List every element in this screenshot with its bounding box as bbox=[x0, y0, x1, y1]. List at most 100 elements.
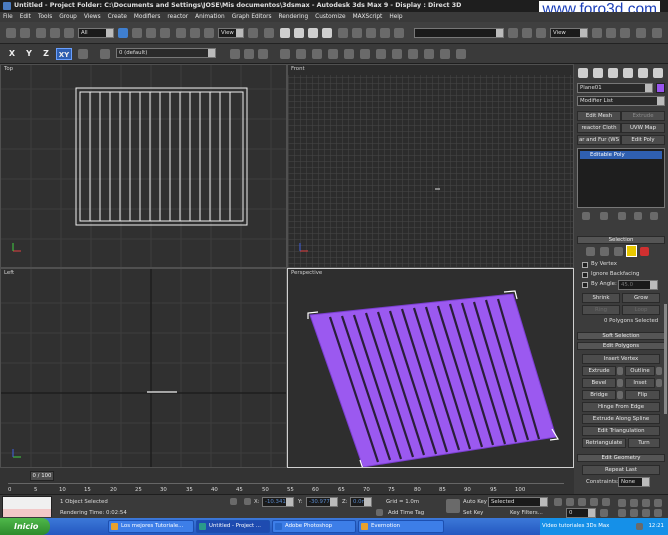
spinner-snap-icon[interactable] bbox=[322, 28, 332, 38]
key-filters-button[interactable]: Key Filters... bbox=[510, 510, 543, 516]
motion-tab-icon[interactable] bbox=[623, 68, 633, 78]
maxscript-listener[interactable] bbox=[2, 496, 52, 517]
maximize-viewport-icon[interactable] bbox=[654, 509, 662, 517]
hierarchy-tab-icon[interactable] bbox=[608, 68, 618, 78]
move-icon[interactable] bbox=[176, 28, 186, 38]
bevel-button[interactable]: Bevel bbox=[582, 378, 616, 388]
tool-2-icon[interactable] bbox=[296, 49, 306, 59]
polygon-mode-icon[interactable] bbox=[626, 245, 637, 257]
shrink-button[interactable]: Shrink bbox=[582, 293, 620, 303]
x-coordinate-field[interactable]: -10.341m bbox=[262, 497, 294, 507]
make-unique-icon[interactable] bbox=[618, 212, 626, 220]
viewport-front[interactable]: Front bbox=[287, 64, 574, 268]
edit-polygons-rollout[interactable]: Edit Polygons bbox=[577, 342, 665, 350]
scale-icon[interactable] bbox=[204, 28, 214, 38]
repeat-last-button[interactable]: Repeat Last bbox=[582, 465, 660, 475]
network-icon[interactable] bbox=[636, 523, 643, 530]
selection-filter-dropdown[interactable]: All bbox=[78, 28, 114, 38]
time-slider[interactable]: 0 / 100 bbox=[30, 471, 54, 481]
select-manipulate-icon[interactable] bbox=[264, 28, 274, 38]
menu-edit[interactable]: Edit bbox=[20, 12, 31, 22]
tool-7-icon[interactable] bbox=[376, 49, 386, 59]
lock-selection-icon[interactable] bbox=[230, 498, 237, 505]
menu-tools[interactable]: Tools bbox=[38, 12, 52, 22]
edit-geometry-rollout[interactable]: Edit Geometry bbox=[577, 454, 665, 462]
show-end-result-icon[interactable] bbox=[600, 212, 608, 220]
edit-poly-button[interactable]: Edit Poly bbox=[621, 135, 665, 145]
axis-y-button[interactable]: Y bbox=[22, 48, 36, 60]
tool-5-icon[interactable] bbox=[344, 49, 354, 59]
hair-fur-button[interactable]: ar and Fur (WS bbox=[577, 135, 621, 145]
goto-end-icon[interactable] bbox=[602, 498, 610, 506]
menu-create[interactable]: Create bbox=[108, 12, 127, 22]
mirror-icon[interactable] bbox=[352, 28, 362, 38]
inset-button[interactable]: Inset bbox=[625, 378, 655, 388]
percent-snap-icon[interactable] bbox=[308, 28, 318, 38]
by-vertex-checkbox[interactable] bbox=[582, 262, 588, 268]
selection-rollout-header[interactable]: Selection bbox=[577, 236, 665, 244]
grow-button[interactable]: Grow bbox=[622, 293, 660, 303]
tool-3-icon[interactable] bbox=[312, 49, 322, 59]
z-coordinate-field[interactable]: 0.0m bbox=[350, 497, 372, 507]
time-configuration-icon[interactable] bbox=[600, 509, 608, 517]
snap-toggle-icon[interactable] bbox=[280, 28, 290, 38]
extrude-along-spline-button[interactable]: Extrude Along Spline bbox=[582, 414, 660, 424]
menu-graph-editors[interactable]: Graph Editors bbox=[232, 12, 272, 22]
layer-manager-icon[interactable] bbox=[380, 28, 390, 38]
turn-button[interactable]: Turn bbox=[628, 438, 660, 448]
link-icon[interactable] bbox=[36, 28, 46, 38]
auto-key-button[interactable]: Auto Key bbox=[463, 499, 487, 505]
render-last-icon[interactable] bbox=[606, 28, 616, 38]
add-time-tag[interactable]: Add Time Tag bbox=[388, 510, 424, 516]
modifier-list-dropdown[interactable]: Modifier List bbox=[577, 96, 665, 106]
environment-icon[interactable] bbox=[652, 28, 662, 38]
by-angle-checkbox[interactable] bbox=[582, 282, 588, 288]
select-layer-icon[interactable] bbox=[258, 49, 268, 59]
outline-button[interactable]: Outline bbox=[625, 366, 655, 376]
task-browser[interactable]: Los mejores Tutoriale... bbox=[108, 520, 194, 533]
extrude-settings-icon[interactable] bbox=[617, 367, 623, 375]
activeshade-icon[interactable] bbox=[620, 28, 630, 38]
render-type-dropdown[interactable]: View bbox=[550, 28, 588, 38]
named-selection-sets-dropdown[interactable] bbox=[414, 28, 504, 38]
create-layer-icon[interactable] bbox=[230, 49, 240, 59]
current-frame-field[interactable]: 0 bbox=[566, 508, 596, 518]
reactor-cloth-button[interactable]: reactor Cloth bbox=[577, 123, 621, 133]
redo-icon[interactable] bbox=[20, 28, 30, 38]
edit-mesh-button[interactable]: Edit Mesh bbox=[577, 111, 621, 121]
edit-triangulation-button[interactable]: Edit Triangulation bbox=[582, 426, 660, 436]
tool-6-icon[interactable] bbox=[360, 49, 370, 59]
display-tab-icon[interactable] bbox=[638, 68, 648, 78]
modify-tab-icon[interactable] bbox=[593, 68, 603, 78]
tool-1-icon[interactable] bbox=[280, 49, 290, 59]
reference-coordinate-dropdown[interactable]: View bbox=[218, 28, 244, 38]
tool-8-icon[interactable] bbox=[392, 49, 402, 59]
material-editor-icon[interactable] bbox=[522, 28, 532, 38]
next-frame-icon[interactable] bbox=[590, 498, 598, 506]
command-panel-scrollbar[interactable] bbox=[664, 304, 667, 414]
create-tab-icon[interactable] bbox=[578, 68, 588, 78]
window-crossing-icon[interactable] bbox=[160, 28, 170, 38]
rotate-icon[interactable] bbox=[190, 28, 200, 38]
absolute-mode-icon[interactable] bbox=[244, 498, 251, 505]
render-setup-icon[interactable] bbox=[536, 28, 546, 38]
bridge-button[interactable]: Bridge bbox=[582, 390, 616, 400]
ignore-backfacing-checkbox[interactable] bbox=[582, 272, 588, 278]
pan-view-icon[interactable] bbox=[630, 509, 638, 517]
stack-item-editable-poly[interactable]: Editable Poly bbox=[580, 151, 662, 159]
soft-selection-rollout[interactable]: Soft Selection bbox=[577, 332, 665, 340]
object-color-swatch[interactable] bbox=[656, 83, 665, 93]
extrude-modifier-button[interactable]: Extrude bbox=[621, 111, 665, 121]
y-coordinate-field[interactable]: -30.977m bbox=[306, 497, 338, 507]
axis-x-button[interactable]: X bbox=[5, 48, 19, 60]
edge-mode-icon[interactable] bbox=[600, 247, 609, 256]
constraints-dropdown[interactable]: None bbox=[618, 477, 650, 487]
viewport-perspective-label[interactable]: Perspective bbox=[291, 270, 322, 276]
loop-button[interactable]: Loop bbox=[622, 305, 660, 315]
task-3dsmax[interactable]: Untitled - Project ... bbox=[196, 520, 270, 533]
bevel-settings-icon[interactable] bbox=[617, 379, 623, 387]
menu-group[interactable]: Group bbox=[59, 12, 77, 22]
menu-rendering[interactable]: Rendering bbox=[279, 12, 309, 22]
bridge-settings-icon[interactable] bbox=[617, 391, 623, 399]
plane-object[interactable] bbox=[309, 293, 557, 467]
